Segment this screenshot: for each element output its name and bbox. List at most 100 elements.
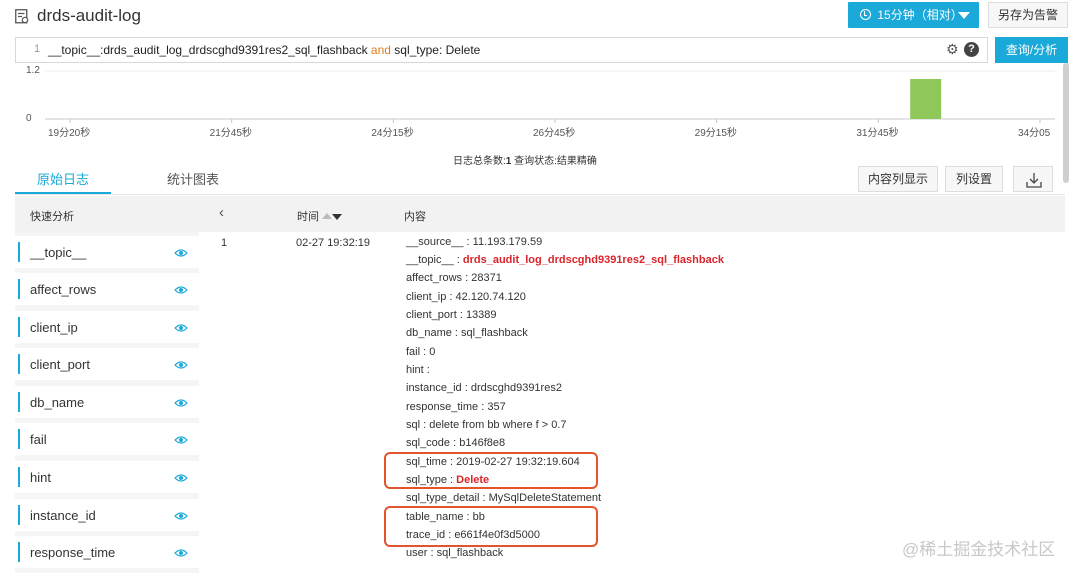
field-value[interactable]: sql_flashback <box>437 547 504 559</box>
field-value[interactable]: b146f8e8 <box>459 437 505 449</box>
tab-raw-log[interactable]: 原始日志 <box>15 170 111 194</box>
field-value[interactable]: 42.120.74.120 <box>456 291 526 303</box>
scrollbar-thumb[interactable] <box>1063 63 1069 183</box>
sidebar-item-client-ip[interactable]: client_ip <box>15 311 199 343</box>
item-accent-bar <box>18 279 20 299</box>
field-key: affect_rows <box>406 272 463 284</box>
status-label: 查询状态: <box>514 156 557 167</box>
query-text-part1: __topic__:drds_audit_log_drdscghd9391res… <box>48 43 371 57</box>
y-tick-label: 0 <box>26 113 32 124</box>
tab-stats-chart[interactable]: 统计图表 <box>145 170 241 194</box>
log-field: instance_id : drdscghd9391res2 <box>406 382 562 394</box>
sidebar-item-label: client_ip <box>30 320 78 335</box>
sidebar-item-response-time[interactable]: response_time <box>15 536 199 568</box>
field-key: sql <box>406 419 421 431</box>
item-accent-bar <box>18 467 20 487</box>
log-field: client_port : 13389 <box>406 309 497 321</box>
time-column-header[interactable]: 时间 <box>297 208 342 224</box>
sidebar-item-label: fail <box>30 432 47 447</box>
item-accent-bar <box>18 242 20 262</box>
x-tick-label: 19分20秒 <box>48 128 91 139</box>
sidebar-item-label: db_name <box>30 395 85 410</box>
sort-asc-icon[interactable] <box>322 213 332 219</box>
sidebar-item-label: instance_id <box>30 508 96 523</box>
item-accent-bar <box>18 354 20 374</box>
field-value[interactable]: sql_flashback <box>461 327 528 339</box>
field-value[interactable]: 11.193.179.59 <box>473 236 543 248</box>
field-key: __source__ <box>406 236 464 248</box>
caret-down-icon <box>958 12 970 19</box>
field-key: user <box>406 547 428 559</box>
sort-desc-icon[interactable] <box>332 214 342 220</box>
eye-icon[interactable] <box>174 471 188 485</box>
gear-icon[interactable]: ⚙ <box>946 42 960 56</box>
download-button[interactable] <box>1013 166 1053 192</box>
log-field: client_ip : 42.120.74.120 <box>406 291 526 303</box>
field-value[interactable]: MySqlDeleteStatement <box>489 492 602 504</box>
query-keyword: and <box>370 43 391 57</box>
content-column-header: 内容 <box>404 211 426 223</box>
field-value[interactable]: 13389 <box>466 309 497 321</box>
log-field: hint : <box>406 364 430 376</box>
y-tick-label: 1.2 <box>26 65 40 76</box>
sidebar-item-affect-rows[interactable]: affect_rows <box>15 273 199 305</box>
field-value[interactable]: drds_audit_log_drdscghd9391res2_sql_flas… <box>463 254 724 266</box>
histogram-svg <box>45 70 1055 123</box>
field-key: client_port <box>406 309 457 321</box>
eye-icon[interactable] <box>174 321 188 335</box>
log-field: sql : delete from bb where f > 0.7 <box>406 419 567 431</box>
eye-icon[interactable] <box>174 358 188 372</box>
field-key: instance_id <box>406 382 462 394</box>
item-accent-bar <box>18 429 20 449</box>
x-tick-label: 31分45秒 <box>856 128 899 139</box>
query-input[interactable]: 1 __topic__:drds_audit_log_drdscghd9391r… <box>15 37 988 63</box>
quick-analysis-title: 快速分析 <box>30 211 74 223</box>
watermark: @稀土掘金技术社区 <box>902 540 1056 559</box>
page-title: drds-audit-log <box>37 6 141 25</box>
sidebar-item-db-name[interactable]: db_name <box>15 386 199 418</box>
log-field: __topic__ : drds_audit_log_drdscghd9391r… <box>406 254 724 266</box>
field-key: response_time <box>406 401 479 413</box>
eye-icon[interactable] <box>174 509 188 523</box>
eye-icon[interactable] <box>174 246 188 260</box>
histogram-bar[interactable] <box>910 79 942 119</box>
field-value[interactable]: drdscghd9391res2 <box>471 382 562 394</box>
field-value[interactable]: 357 <box>487 401 505 413</box>
content-column-display-button[interactable]: 内容列显示 <box>858 166 938 192</box>
column-settings-button[interactable]: 列设置 <box>945 166 1003 192</box>
sidebar-item-topic[interactable]: __topic__ <box>15 236 199 268</box>
sidebar-item-label: client_port <box>30 357 90 372</box>
eye-icon[interactable] <box>174 433 188 447</box>
x-tick-label: 24分15秒 <box>371 128 414 139</box>
result-summary: 日志总条数:1 查询状态:结果精确 <box>453 152 597 167</box>
histogram-chart: 1.2 0 19分20秒 21分45秒 24分15秒 26分45秒 29分15秒 31分45秒… <box>15 63 1068 155</box>
help-icon[interactable]: ? <box>964 42 979 57</box>
sidebar-item-client-port[interactable]: client_port <box>15 348 199 380</box>
item-accent-bar <box>18 317 20 337</box>
eye-icon[interactable] <box>174 396 188 410</box>
field-key: client_ip <box>406 291 447 303</box>
field-key: db_name <box>406 327 452 339</box>
sidebar-item-hint[interactable]: hint <box>15 461 199 493</box>
time-range-button[interactable]: 15分钟（相对） <box>848 2 979 28</box>
log-field: fail : 0 <box>406 346 436 358</box>
collapse-arrow-icon[interactable]: ‹ <box>219 204 224 221</box>
query-text: __topic__:drds_audit_log_drdscghd9391res… <box>48 43 480 57</box>
field-value[interactable]: 28371 <box>471 272 502 284</box>
x-tick-label: 26分45秒 <box>533 128 576 139</box>
highlight-box-table-trace <box>384 506 598 547</box>
field-key: sql_type_detail <box>406 492 480 504</box>
sidebar-item-instance-id[interactable]: instance_id <box>15 499 199 531</box>
sidebar-item-fail[interactable]: fail <box>15 423 199 455</box>
sidebar-item-label: __topic__ <box>30 245 87 260</box>
save-as-alert-button[interactable]: 另存为告警 <box>988 2 1068 28</box>
eye-icon[interactable] <box>174 546 188 560</box>
eye-icon[interactable] <box>174 283 188 297</box>
logstore-icon <box>15 9 29 24</box>
field-value[interactable]: delete from bb where f > 0.7 <box>429 419 566 431</box>
x-tick-label: 21分45秒 <box>209 128 252 139</box>
line-number: 1 <box>34 43 41 55</box>
tabs-divider <box>15 194 1065 195</box>
field-value[interactable]: 0 <box>429 346 435 358</box>
search-analyze-button[interactable]: 查询/分析 <box>995 37 1068 63</box>
